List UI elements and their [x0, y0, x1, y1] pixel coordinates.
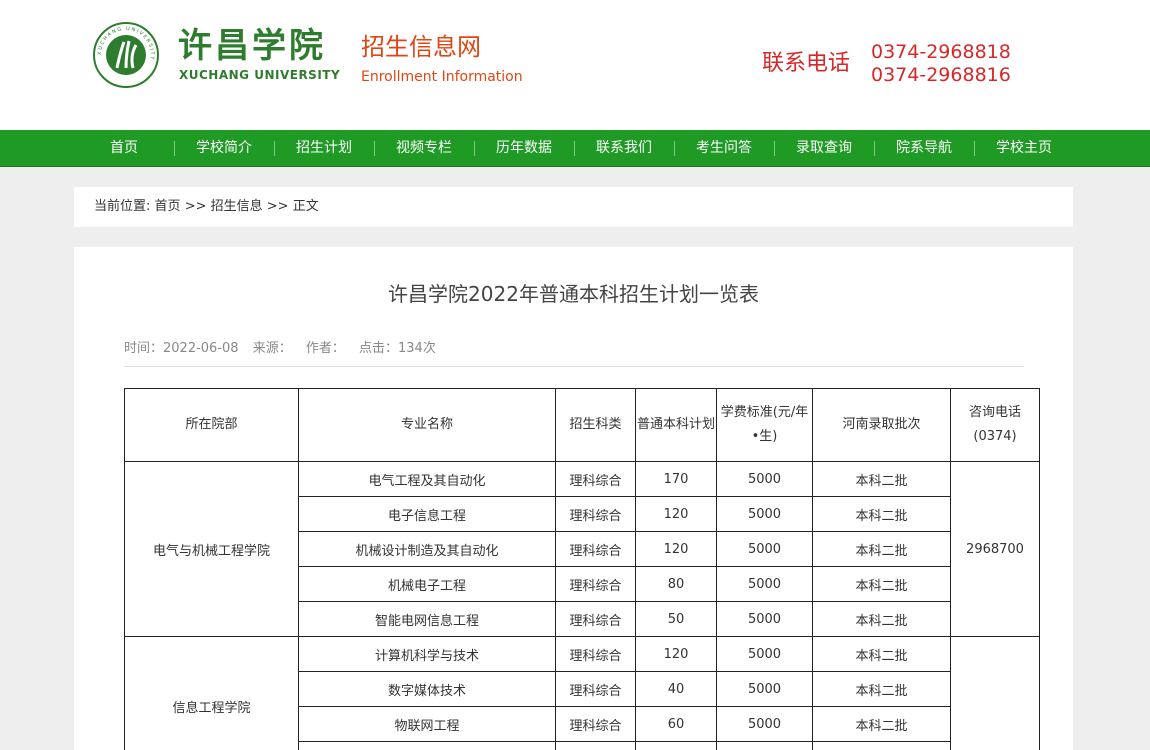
tuition-cell: 5000: [716, 496, 813, 532]
nav-item-history-data[interactable]: 历年数据: [474, 130, 574, 166]
tuition-cell: 5000: [716, 636, 813, 672]
table-header-cell: 专业名称: [298, 388, 556, 462]
article-meta: 时间：2022-06-08 来源： 作者： 点击：134次: [124, 339, 446, 359]
phone-cell: 2968700: [950, 461, 1040, 637]
phone-cell: [950, 636, 1040, 750]
batch-cell: 本科二批: [812, 671, 951, 707]
plan-count-cell: [635, 741, 717, 750]
table-header-cell: 河南录取批次: [812, 388, 951, 462]
contact-label: 联系电话: [762, 51, 851, 76]
table-row: 信息工程学院 计算机科学与技术 理科综合 120 5000 本科二批: [124, 636, 1040, 750]
plan-count-cell: 40: [635, 671, 717, 707]
tuition-cell: 5000: [716, 461, 813, 497]
breadcrumb-current: 正文: [292, 199, 319, 214]
batch-cell: 本科二批: [812, 461, 951, 497]
major-cell: 数字媒体技术: [298, 671, 556, 707]
nav-item-school-home[interactable]: 学校主页: [974, 130, 1074, 166]
batch-cell: [812, 741, 951, 750]
tuition-cell: 5000: [716, 671, 813, 707]
tuition-cell: 5000: [716, 566, 813, 602]
plan-count-cell: 120: [635, 636, 717, 672]
main-nav: 首页 学校简介 招生计划 视频专栏 历年数据 联系我们 考生问答 录取查询 院系…: [0, 130, 1150, 167]
breadcrumb-prefix: 当前位置:: [94, 199, 151, 214]
major-cell: 电气工程及其自动化: [298, 461, 556, 497]
batch-cell: 本科二批: [812, 531, 951, 567]
breadcrumb-separator: >>: [266, 199, 289, 214]
university-seal-logo: XUCHANG UNIVERSITY: [93, 22, 159, 88]
table-header-cell: 咨询电话(0374): [950, 388, 1040, 462]
nav-item-admission-query[interactable]: 录取查询: [774, 130, 874, 166]
major-cell: 机械电子工程: [298, 566, 556, 602]
subject-cell: 理科综合: [555, 636, 636, 672]
tuition-cell: 5000: [716, 531, 813, 567]
table-header-cell: 招生科类: [555, 388, 636, 462]
subject-cell: [555, 741, 636, 750]
major-cell: [298, 741, 556, 750]
meta-divider: [124, 366, 1024, 367]
table-header-cell: 所在院部: [124, 388, 299, 462]
article-title: 许昌学院2022年普通本科招生计划一览表: [388, 282, 759, 306]
publish-time: 时间：2022-06-08: [124, 341, 239, 356]
batch-cell: 本科二批: [812, 566, 951, 602]
tuition-cell: 5000: [716, 601, 813, 637]
batch-cell: 本科二批: [812, 601, 951, 637]
breadcrumb: 当前位置: 首页 >> 招生信息 >> 正文: [94, 187, 319, 227]
subject-cell: 理科综合: [555, 671, 636, 707]
article-panel: 许昌学院2022年普通本科招生计划一览表 时间：2022-06-08 来源： 作…: [74, 247, 1073, 750]
nav-item-video[interactable]: 视频专栏: [374, 130, 474, 166]
breadcrumb-separator: >>: [184, 199, 207, 214]
breadcrumb-bar: 当前位置: 首页 >> 招生信息 >> 正文: [74, 187, 1073, 227]
nav-item-faq[interactable]: 考生问答: [674, 130, 774, 166]
tuition-cell: 5000: [716, 706, 813, 742]
major-cell: 物联网工程: [298, 706, 556, 742]
subject-cell: 理科综合: [555, 566, 636, 602]
department-cell: 电气与机械工程学院: [124, 461, 299, 637]
department-cell: 信息工程学院: [124, 636, 299, 750]
table-header-cell: 普通本科计划: [635, 388, 717, 462]
subject-cell: 理科综合: [555, 706, 636, 742]
subject-cell: 理科综合: [555, 496, 636, 532]
tuition-cell: [716, 741, 813, 750]
nav-item-home[interactable]: 首页: [74, 130, 174, 166]
table-header-row: 所在院部 专业名称 招生科类 普通本科计划 学费标准(元/年•生) 河南录取批次…: [124, 388, 1040, 462]
plan-count-cell: 170: [635, 461, 717, 497]
enrollment-plan-table: 所在院部 专业名称 招生科类 普通本科计划 学费标准(元/年•生) 河南录取批次…: [124, 388, 1040, 750]
batch-cell: 本科二批: [812, 636, 951, 672]
subject-cell: 理科综合: [555, 601, 636, 637]
nav-item-school-intro[interactable]: 学校简介: [174, 130, 274, 166]
contact-phone: 0374-2968816: [871, 64, 1011, 86]
subject-cell: 理科综合: [555, 531, 636, 567]
breadcrumb-link-home[interactable]: 首页: [155, 199, 181, 214]
batch-cell: 本科二批: [812, 706, 951, 742]
site-name-cn: 招生信息网: [361, 33, 481, 61]
nav-item-contact[interactable]: 联系我们: [574, 130, 674, 166]
nav-item-enrollment-plan[interactable]: 招生计划: [274, 130, 374, 166]
article-author: 作者：: [305, 341, 345, 356]
article-source: 来源：: [252, 341, 292, 356]
plan-count-cell: 50: [635, 601, 717, 637]
plan-count-cell: 120: [635, 496, 717, 532]
breadcrumb-link-enrollment-info[interactable]: 招生信息: [211, 199, 263, 214]
plan-count-cell: 60: [635, 706, 717, 742]
major-cell: 电子信息工程: [298, 496, 556, 532]
major-cell: 计算机科学与技术: [298, 636, 556, 672]
nav-item-departments[interactable]: 院系导航: [874, 130, 974, 166]
school-name-cn: 许昌学院: [178, 26, 326, 66]
school-name-en: XUCHANG UNIVERSITY: [179, 68, 341, 82]
click-count: 点击：134次: [359, 341, 436, 356]
table-row: 电气与机械工程学院 电气工程及其自动化 理科综合 170 5000 本科二批 2…: [124, 461, 1040, 637]
batch-cell: 本科二批: [812, 496, 951, 532]
table-header-cell: 学费标准(元/年•生): [716, 388, 813, 462]
plan-count-cell: 80: [635, 566, 717, 602]
site-name-en: Enrollment Information: [361, 69, 523, 85]
site-header: XUCHANG UNIVERSITY 许昌学院 XUCHANG UNIVERSI…: [0, 0, 1150, 130]
major-cell: 智能电网信息工程: [298, 601, 556, 637]
major-cell: 机械设计制造及其自动化: [298, 531, 556, 567]
contact-phone: 0374-2968818: [871, 41, 1011, 63]
subject-cell: 理科综合: [555, 461, 636, 497]
plan-count-cell: 120: [635, 531, 717, 567]
